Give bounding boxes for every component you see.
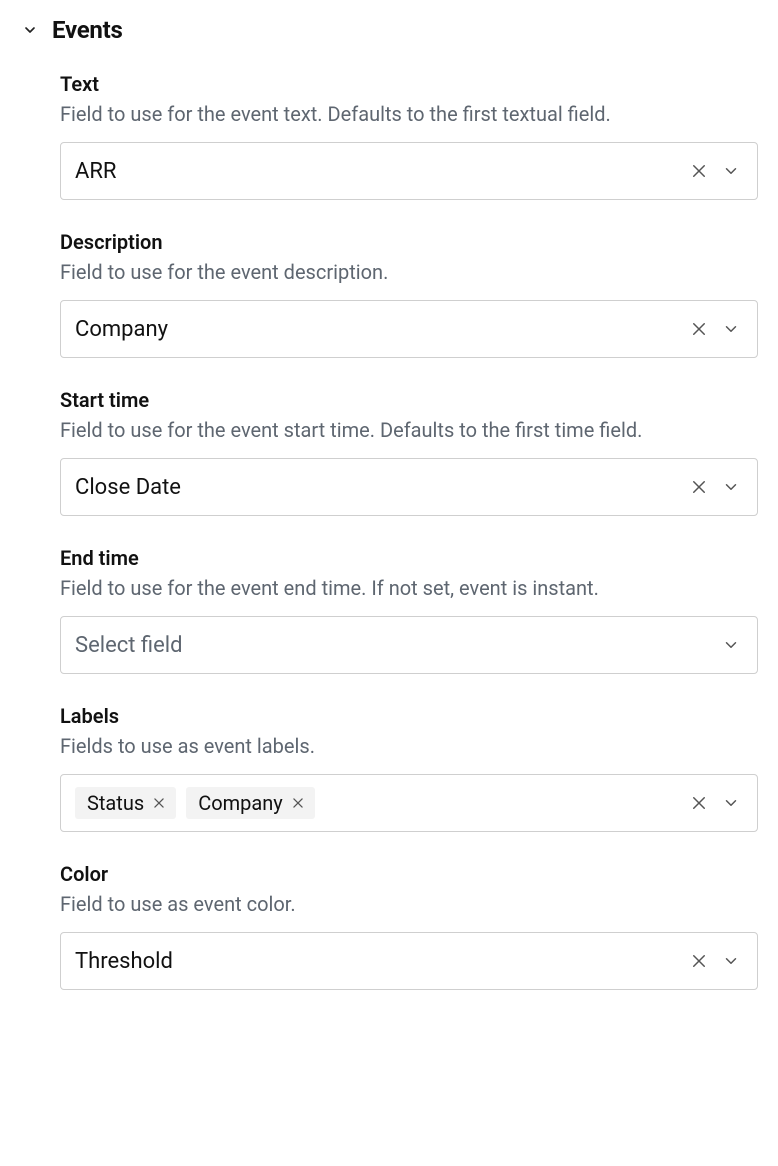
field-end-time: End time Field to use for the event end … [60, 546, 758, 674]
chevron-down-icon[interactable] [719, 475, 743, 499]
field-description: Field to use for the event text. Default… [60, 100, 758, 128]
select-value: ARR [75, 159, 679, 184]
field-label: Color [60, 862, 758, 886]
close-icon[interactable] [291, 796, 305, 810]
field-label: End time [60, 546, 758, 570]
fields-container: Text Field to use for the event text. De… [20, 72, 758, 990]
chip-label: Company [198, 791, 283, 815]
field-description: Field to use for the event description. [60, 258, 758, 286]
close-icon[interactable] [152, 796, 166, 810]
chevron-down-icon[interactable] [719, 159, 743, 183]
chip-status[interactable]: Status [75, 787, 176, 819]
field-label: Start time [60, 388, 758, 412]
chip-company[interactable]: Company [186, 787, 315, 819]
field-description: Fields to use as event labels. [60, 732, 758, 760]
field-color: Color Field to use as event color. Thres… [60, 862, 758, 990]
end-time-select[interactable]: Select field [60, 616, 758, 674]
field-labels: Labels Fields to use as event labels. St… [60, 704, 758, 832]
section-header[interactable]: Events [20, 16, 758, 44]
clear-icon[interactable] [687, 317, 711, 341]
select-value: Company [75, 317, 679, 342]
field-label: Text [60, 72, 758, 96]
chevron-down-icon [20, 20, 40, 40]
chip-label: Status [87, 791, 144, 815]
chevron-down-icon[interactable] [719, 791, 743, 815]
description-select[interactable]: Company [60, 300, 758, 358]
chevron-down-icon[interactable] [719, 317, 743, 341]
field-start-time: Start time Field to use for the event st… [60, 388, 758, 516]
chevron-down-icon[interactable] [719, 949, 743, 973]
chevron-down-icon[interactable] [719, 633, 743, 657]
text-select[interactable]: ARR [60, 142, 758, 200]
field-description: Field to use for the event end time. If … [60, 574, 758, 602]
field-description: Field to use as event color. [60, 890, 758, 918]
chips-container: Status Company [75, 787, 679, 819]
section-title: Events [52, 16, 123, 44]
select-placeholder: Select field [75, 633, 711, 658]
color-select[interactable]: Threshold [60, 932, 758, 990]
field-description: Field to use for the event start time. D… [60, 416, 758, 444]
labels-select[interactable]: Status Company [60, 774, 758, 832]
select-value: Close Date [75, 475, 679, 500]
start-time-select[interactable]: Close Date [60, 458, 758, 516]
clear-icon[interactable] [687, 475, 711, 499]
clear-icon[interactable] [687, 791, 711, 815]
clear-icon[interactable] [687, 949, 711, 973]
field-description-block: Description Field to use for the event d… [60, 230, 758, 358]
select-value: Threshold [75, 949, 679, 974]
field-label: Labels [60, 704, 758, 728]
field-text: Text Field to use for the event text. De… [60, 72, 758, 200]
field-label: Description [60, 230, 758, 254]
clear-icon[interactable] [687, 159, 711, 183]
